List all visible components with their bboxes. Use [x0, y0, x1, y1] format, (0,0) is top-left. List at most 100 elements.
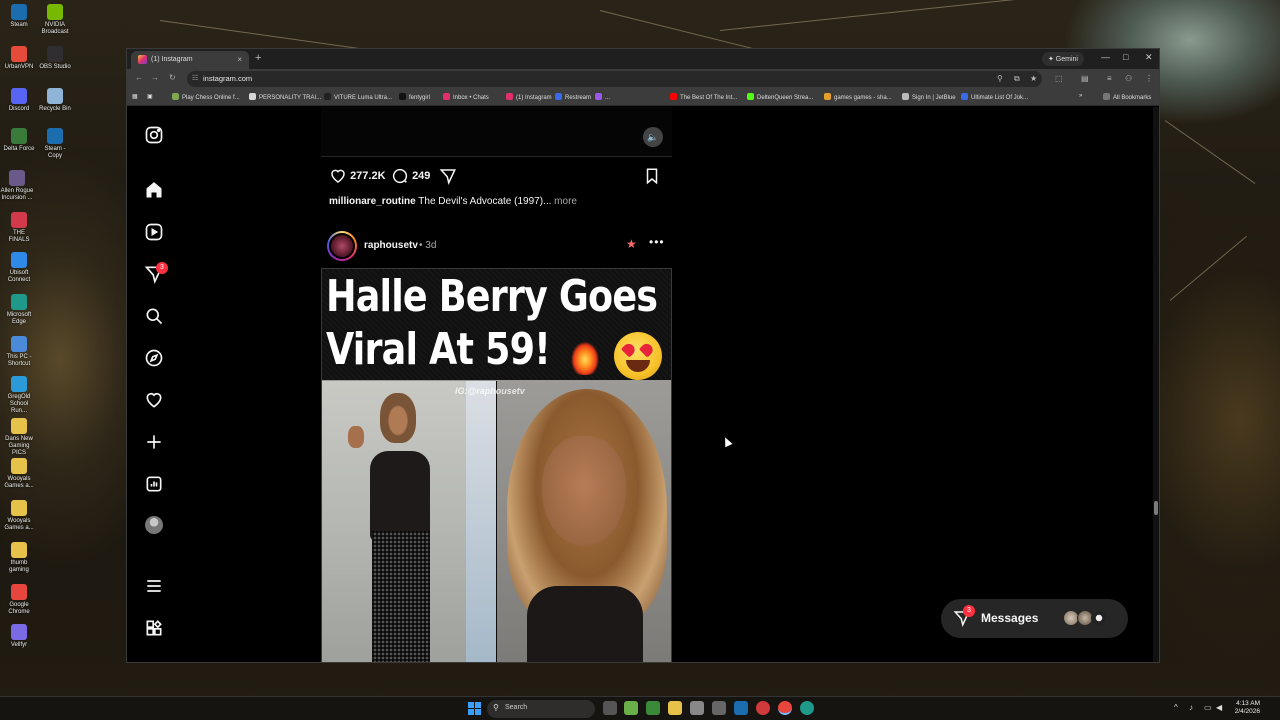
- start-button[interactable]: [468, 702, 482, 716]
- extensions-icon[interactable]: ⬚: [1055, 74, 1063, 83]
- bookmark-item[interactable]: Restream: [555, 93, 591, 101]
- close-window-icon[interactable]: ✕: [1145, 52, 1153, 63]
- caption-more-link[interactable]: more: [554, 196, 577, 207]
- bookmarks-overflow-icon[interactable]: »: [1079, 93, 1082, 99]
- comment-button[interactable]: 249: [391, 166, 430, 186]
- desktop-icon[interactable]: Dans New Gaming PICS: [2, 418, 36, 457]
- bookmark-item[interactable]: Play Chess Online f...: [172, 93, 240, 101]
- mic-icon[interactable]: ♪: [1189, 703, 1193, 712]
- tab-search-icon[interactable]: ≡: [1107, 74, 1112, 83]
- bookmark-item[interactable]: DeltenQueen Strea...: [747, 93, 813, 101]
- tray-chevron-icon[interactable]: ^: [1174, 703, 1178, 712]
- site-info-icon[interactable]: ☷: [192, 74, 198, 82]
- bookmark-star-icon[interactable]: ★: [1030, 74, 1037, 83]
- post-options-icon[interactable]: •••: [649, 235, 665, 249]
- reload-icon[interactable]: ↻: [169, 73, 176, 82]
- taskbar-clock[interactable]: 4:13 AM 2/4/2026: [1228, 700, 1260, 716]
- tab-groups-icon[interactable]: ▣: [147, 93, 153, 100]
- mute-icon[interactable]: 🔈: [643, 127, 663, 147]
- bookmark-item[interactable]: fentygirl: [399, 93, 430, 101]
- post-username[interactable]: raphousetv: [364, 240, 418, 251]
- search-icon[interactable]: [144, 306, 164, 326]
- home-icon[interactable]: [144, 180, 164, 200]
- desktop-icon[interactable]: thumb gaming: [2, 542, 36, 574]
- desktop-icon[interactable]: This PC - Shortcut: [2, 336, 36, 368]
- task-view-icon[interactable]: [603, 701, 617, 715]
- scrollbar-thumb[interactable]: [1154, 501, 1158, 515]
- google-chrome-icon[interactable]: [778, 701, 792, 715]
- menu-icon[interactable]: ⋮: [1145, 74, 1153, 83]
- sidepanel-icon[interactable]: ▤: [1081, 74, 1089, 83]
- gemini-button[interactable]: ✦ Gemini: [1042, 52, 1084, 66]
- desktop-icon[interactable]: UrbanVPN: [2, 46, 36, 71]
- bookmark-item[interactable]: Sign In | JetBlue: [902, 93, 956, 101]
- bookmark-item[interactable]: Ultimate List Of Jok...: [961, 93, 1028, 101]
- desktop-icon[interactable]: Delta Force: [2, 128, 36, 153]
- previous-post-video[interactable]: 🔈: [321, 107, 672, 157]
- desktop-icon[interactable]: THE FINALS: [2, 212, 36, 244]
- tab-instagram[interactable]: (1) Instagram ×: [131, 51, 249, 69]
- desktop-icon[interactable]: Recycle Bin: [38, 88, 72, 113]
- desktop-icon[interactable]: Microsoft Edge: [2, 294, 36, 326]
- desktop-icon[interactable]: Discord: [2, 88, 36, 113]
- file-explorer-icon[interactable]: [668, 701, 682, 715]
- new-tab-button[interactable]: +: [255, 52, 261, 64]
- minimize-icon[interactable]: —: [1101, 52, 1110, 62]
- explore-icon[interactable]: [144, 348, 164, 368]
- story-ring-avatar[interactable]: [327, 231, 357, 261]
- bookmark-item[interactable]: (1) Instagram: [506, 93, 552, 101]
- install-icon[interactable]: ⧉: [1014, 74, 1020, 84]
- bookmark-item[interactable]: PERSONALITY TRAI...: [249, 93, 321, 101]
- bookmark-item[interactable]: VITURE Luma Ultra...: [324, 93, 392, 101]
- store-icon[interactable]: [690, 701, 704, 715]
- bookmark-item[interactable]: Inbox • Chats: [443, 93, 489, 101]
- desktop-icon[interactable]: Google Chrome: [2, 584, 36, 616]
- bookmark-item[interactable]: games games - sha...: [824, 93, 892, 101]
- nvidia-icon[interactable]: [646, 701, 660, 715]
- edge-icon[interactable]: [800, 701, 814, 715]
- more-menu-icon[interactable]: [144, 576, 164, 596]
- desktop-icon[interactable]: Allen Rogue Incursion ...: [0, 170, 34, 202]
- share-button[interactable]: [439, 166, 457, 186]
- back-icon[interactable]: ←: [135, 73, 143, 82]
- reels-icon[interactable]: [144, 222, 164, 242]
- instagram-logo-icon[interactable]: [144, 125, 164, 145]
- taskbar-search[interactable]: ⚲ Search: [487, 700, 595, 718]
- desktop-icon[interactable]: Wooyals Games a...: [2, 500, 36, 532]
- address-bar[interactable]: ☷ instagram.com: [187, 71, 1042, 87]
- desktop-icon[interactable]: Ubisoft Connect: [2, 252, 36, 284]
- bookmark-item[interactable]: The Best Of The Int...: [670, 93, 737, 101]
- post-image[interactable]: Halle Berry Goes Viral At 59! IG:@raphou…: [321, 268, 672, 662]
- desktop-icon[interactable]: Vellfyr: [2, 624, 36, 649]
- create-icon[interactable]: [144, 432, 164, 452]
- chrome-red-icon[interactable]: [756, 701, 770, 715]
- page-scrollbar[interactable]: [1153, 107, 1159, 662]
- desktop-icon[interactable]: Steam: [2, 4, 36, 29]
- profile-avatar[interactable]: [145, 516, 163, 534]
- desktop-icon[interactable]: NVIDIA Broadcast: [38, 4, 72, 36]
- messages-button[interactable]: 3 Messages: [941, 599, 1128, 638]
- desktop-icon[interactable]: OBS Studio: [38, 46, 72, 71]
- steam-icon[interactable]: [734, 701, 748, 715]
- dashboard-icon[interactable]: [144, 474, 164, 494]
- desktop-icon[interactable]: Wooyals Games a...: [2, 458, 36, 490]
- caption-username[interactable]: millionare_routine: [329, 196, 416, 207]
- desktop-icon[interactable]: Steam - Copy: [38, 128, 72, 160]
- zoom-icon[interactable]: ⚲: [997, 74, 1003, 83]
- forward-icon[interactable]: →: [151, 73, 159, 82]
- tab-close-icon[interactable]: ×: [237, 55, 242, 64]
- bookmark-item[interactable]: ...: [595, 93, 610, 101]
- profile-icon[interactable]: ⚇: [1125, 74, 1132, 83]
- maximize-icon[interactable]: □: [1123, 52, 1128, 62]
- heart-icon[interactable]: [144, 390, 164, 410]
- network-icon[interactable]: ▭: [1204, 703, 1212, 712]
- desktop-icon[interactable]: GregOld School Run...: [2, 376, 36, 415]
- settings-gear-icon[interactable]: [712, 701, 726, 715]
- apps-icon[interactable]: ▦: [132, 93, 138, 100]
- xbox-icon[interactable]: [624, 701, 638, 715]
- also-from-meta-icon[interactable]: [144, 618, 164, 638]
- volume-icon[interactable]: ◀: [1216, 703, 1222, 712]
- like-button[interactable]: 277.2K: [329, 166, 386, 186]
- all-bookmarks[interactable]: All Bookmarks: [1103, 93, 1151, 101]
- save-button[interactable]: [643, 166, 661, 186]
